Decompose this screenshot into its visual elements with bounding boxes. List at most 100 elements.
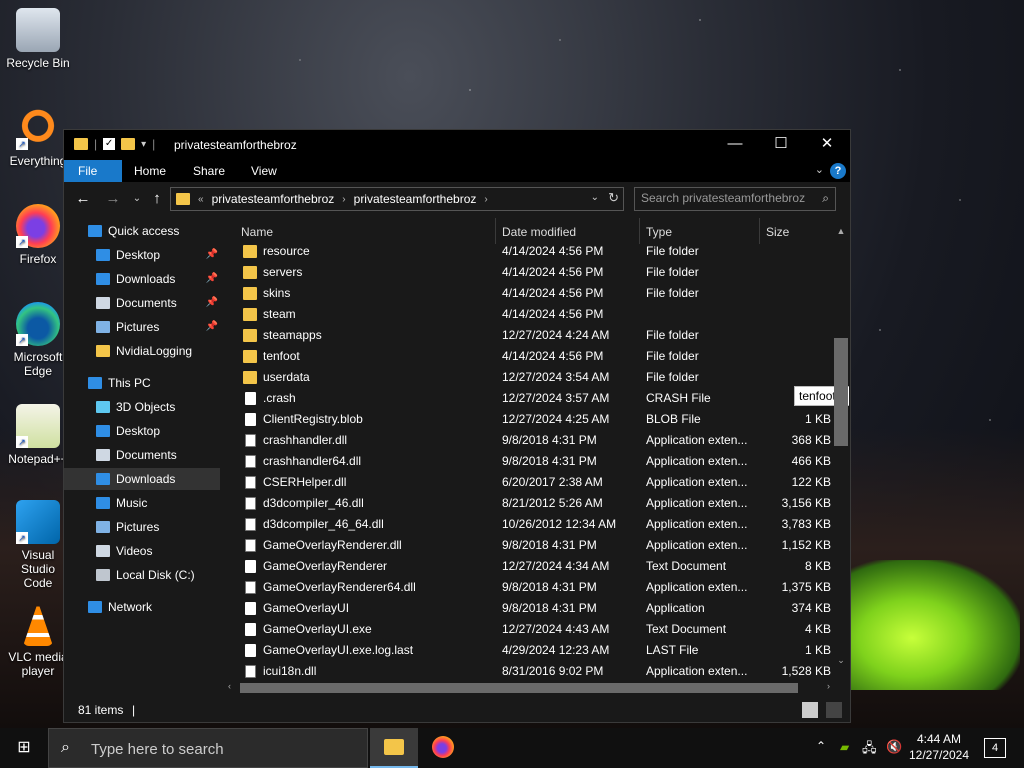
- sidebar-item[interactable]: Desktop 📌: [64, 244, 220, 266]
- sidebar-item[interactable]: NvidiaLogging: [64, 340, 220, 362]
- minimize-button[interactable]: —: [712, 130, 758, 160]
- tab-view[interactable]: View: [237, 160, 291, 182]
- scroll-up-icon[interactable]: ▲: [834, 226, 848, 236]
- file-row[interactable]: GameOverlayRenderer.dll 9/8/2018 4:31 PM A…: [221, 535, 831, 556]
- sidebar-item[interactable]: Documents: [64, 444, 220, 466]
- help-button[interactable]: ?: [830, 163, 846, 179]
- tab-home[interactable]: Home: [120, 160, 180, 182]
- sidebar-item[interactable]: Videos: [64, 540, 220, 562]
- recent-locations-icon[interactable]: ⌄: [126, 188, 148, 210]
- sidebar-item[interactable]: Downloads 📌: [64, 268, 220, 290]
- notifications-button[interactable]: 4: [984, 738, 1006, 758]
- scroll-left-icon[interactable]: ‹: [228, 681, 231, 691]
- properties-icon[interactable]: ✓: [103, 138, 116, 150]
- file-row[interactable]: d3dcompiler_46_64.dll 10/26/2012 12:34 AM…: [221, 514, 831, 535]
- sidebar-item-label: Pictures: [116, 320, 160, 334]
- file-row[interactable]: steam 4/14/2024 4:56 PM: [221, 304, 831, 325]
- file-row[interactable]: d3dcompiler_46.dll 8/21/2012 5:26 AM Appli…: [221, 493, 831, 514]
- chevron-right-icon[interactable]: ›: [484, 194, 487, 205]
- large-icons-view-button[interactable]: [826, 702, 842, 718]
- sidebar-item[interactable]: Network: [64, 596, 220, 618]
- sidebar-item[interactable]: Pictures 📌: [64, 316, 220, 338]
- file-type: File folder: [646, 244, 699, 258]
- address-bar[interactable]: « privatesteamforthebroz › privatesteamf…: [170, 187, 624, 211]
- file-type: Application exten...: [646, 517, 748, 531]
- file-row[interactable]: ClientRegistry.blob 12/27/2024 4:25 AM BLO…: [221, 409, 831, 430]
- file-row[interactable]: GameOverlayRenderer64.dll 9/8/2018 4:31 P…: [221, 577, 831, 598]
- file-type: File folder: [646, 349, 699, 363]
- file-row[interactable]: userdata 12/27/2024 3:54 AM File folder: [221, 367, 831, 388]
- file-row[interactable]: CSERHelper.dll 6/20/2017 2:38 AM Applicati…: [221, 472, 831, 493]
- breadcrumb-item[interactable]: privatesteamforthebroz: [212, 192, 335, 206]
- column-header-size[interactable]: Size: [766, 221, 789, 243]
- nvidia-icon[interactable]: ▰: [840, 740, 849, 754]
- tab-file[interactable]: File: [64, 160, 122, 182]
- sidebar-item[interactable]: This PC: [64, 372, 220, 394]
- taskbar-search[interactable]: ⌕: [48, 728, 368, 768]
- file-row[interactable]: GameOverlayRenderer 12/27/2024 4:34 AM Tex…: [221, 556, 831, 577]
- start-button[interactable]: ⊞: [0, 728, 48, 768]
- new-folder-icon[interactable]: [121, 138, 136, 150]
- file-row[interactable]: steamapps 12/27/2024 4:24 AM File folder: [221, 325, 831, 346]
- breadcrumb-item[interactable]: privatesteamforthebroz: [354, 192, 477, 206]
- sidebar-item[interactable]: Pictures: [64, 516, 220, 538]
- scroll-right-icon[interactable]: ›: [827, 681, 830, 691]
- file-size: 1 KB: [804, 412, 831, 426]
- file-row[interactable]: crashhandler.dll 9/8/2018 4:31 PM Applicat…: [221, 430, 831, 451]
- up-button[interactable]: ↑: [146, 188, 168, 210]
- forward-button[interactable]: →: [102, 188, 124, 210]
- chevron-right-icon[interactable]: ›: [342, 194, 345, 205]
- file-row[interactable]: GameOverlayUI 9/8/2018 4:31 PM Application…: [221, 598, 831, 619]
- file-row[interactable]: GameOverlayUI.exe.log.last 4/29/2024 12:2…: [221, 640, 831, 661]
- search-input[interactable]: [635, 188, 811, 208]
- back-button[interactable]: ←: [72, 188, 94, 210]
- sidebar-item[interactable]: Music: [64, 492, 220, 514]
- address-overflow[interactable]: «: [198, 194, 204, 205]
- expand-ribbon-icon[interactable]: ⌄: [815, 163, 824, 176]
- taskbar-file-explorer[interactable]: [370, 728, 418, 768]
- download-icon: [96, 473, 110, 485]
- taskbar-firefox[interactable]: [420, 728, 468, 768]
- vertical-scroll-thumb[interactable]: [834, 338, 848, 446]
- horizontal-scrollbar[interactable]: ‹ ›: [226, 681, 832, 695]
- file-row[interactable]: skins 4/14/2024 4:56 PM File folder: [221, 283, 831, 304]
- tab-share[interactable]: Share: [179, 160, 239, 182]
- column-header-name[interactable]: Name: [241, 221, 273, 243]
- sidebar-item[interactable]: 3D Objects: [64, 396, 220, 418]
- file-row[interactable]: .crash12/27/2024 3:57 AMCRASH File0 KB: [221, 388, 831, 409]
- sidebar-item[interactable]: Quick access: [64, 220, 220, 242]
- file-row[interactable]: servers 4/14/2024 4:56 PM File folder: [221, 262, 831, 283]
- address-dropdown-icon[interactable]: ⌄: [591, 192, 599, 203]
- vertical-scrollbar[interactable]: ▲ ⌄: [834, 226, 848, 666]
- column-header-date-modified[interactable]: Date modified: [502, 221, 576, 243]
- refresh-icon[interactable]: ↻: [608, 190, 619, 206]
- desktop-icon-recycle-bin[interactable]: Recycle Bin: [2, 8, 74, 70]
- show-hidden-icons-icon[interactable]: ⌃: [816, 739, 826, 753]
- file-row[interactable]: resource 4/14/2024 4:56 PM File folder: [221, 241, 831, 262]
- close-button[interactable]: ✕: [804, 130, 850, 160]
- maximize-button[interactable]: ☐: [758, 130, 804, 160]
- sidebar-item[interactable]: Local Disk (C:): [64, 564, 220, 586]
- details-view-button[interactable]: [802, 702, 818, 718]
- file-row[interactable]: GameOverlayUI.exe 12/27/2024 4:43 AM Text …: [221, 619, 831, 640]
- sidebar-item[interactable]: Desktop: [64, 420, 220, 442]
- network-icon[interactable]: 🖧: [862, 739, 877, 761]
- file-type: Application exten...: [646, 475, 748, 489]
- horizontal-scroll-thumb[interactable]: [240, 683, 798, 693]
- file-row[interactable]: tenfoot 4/14/2024 4:56 PM File folder: [221, 346, 831, 367]
- taskbar-search-input[interactable]: [89, 737, 363, 761]
- column-header-type[interactable]: Type: [646, 221, 672, 243]
- sidebar-item[interactable]: Downloads: [64, 468, 220, 490]
- documents-icon: [96, 297, 110, 309]
- scroll-down-icon[interactable]: ⌄: [834, 655, 848, 666]
- customize-toolbar-icon[interactable]: ▾: [141, 139, 146, 150]
- sidebar-item[interactable]: Documents 📌: [64, 292, 220, 314]
- file-date-modified: 12/27/2024 4:43 AM: [502, 622, 610, 636]
- file-row[interactable]: icui18n.dll 8/31/2016 9:02 PM Application …: [221, 661, 831, 682]
- clock-date: 12/27/2024: [908, 748, 970, 762]
- file-row[interactable]: crashhandler64.dll 9/8/2018 4:31 PM Applic…: [221, 451, 831, 472]
- clock[interactable]: 4:44 AM 12/27/2024: [904, 731, 974, 763]
- title-bar[interactable]: | ✓ ▾ | privatesteamforthebroz — ☐ ✕: [64, 130, 850, 160]
- volume-muted-icon[interactable]: 🔇: [886, 739, 902, 755]
- search-box[interactable]: ⌕: [634, 187, 836, 211]
